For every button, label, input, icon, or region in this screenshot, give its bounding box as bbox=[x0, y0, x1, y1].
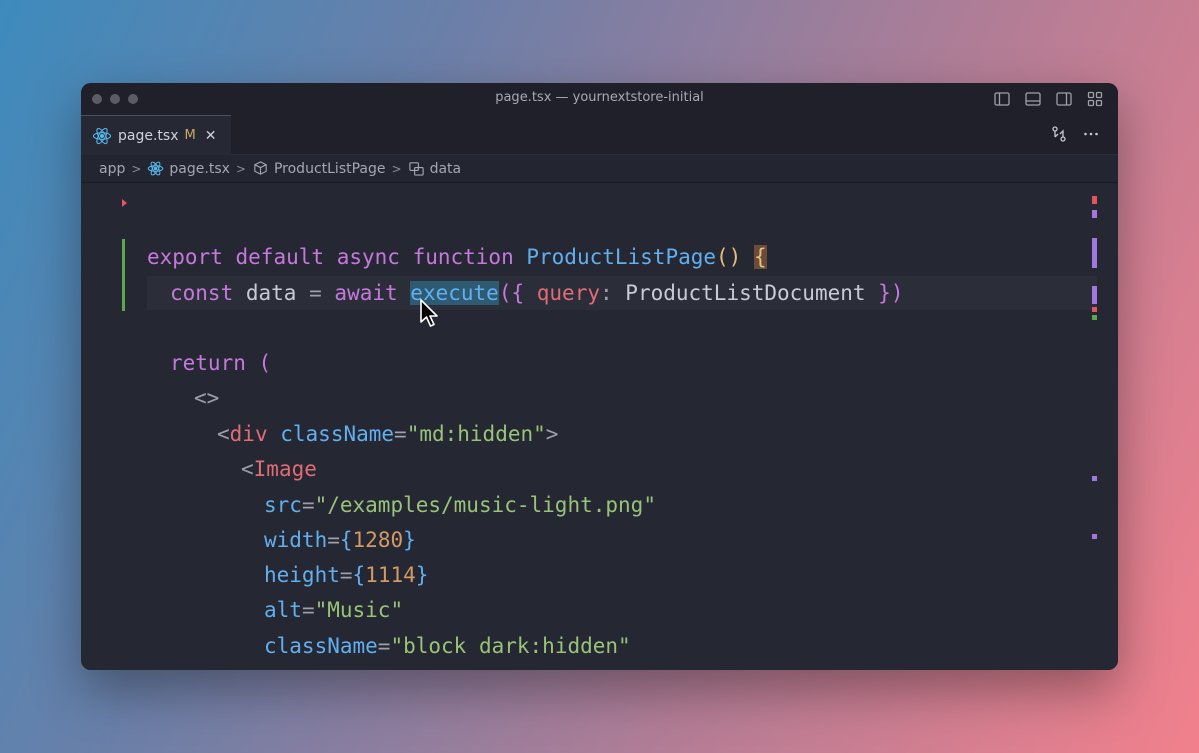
toggle-secondary-sidebar-icon[interactable] bbox=[1055, 90, 1073, 108]
overview-ruler[interactable] bbox=[1092, 184, 1108, 670]
breadcrumb-function[interactable]: ProductListPage bbox=[274, 161, 386, 177]
chevron-right-icon: > bbox=[131, 161, 142, 176]
toggle-panel-icon[interactable] bbox=[1024, 90, 1042, 108]
react-icon bbox=[148, 161, 164, 176]
code-line-3: return ( bbox=[170, 351, 272, 375]
component-icon bbox=[254, 161, 267, 175]
git-added-marker bbox=[122, 239, 125, 311]
toggle-primary-sidebar-icon[interactable] bbox=[993, 90, 1011, 108]
code-line-11: className="block dark:hidden" bbox=[264, 634, 631, 658]
close-icon[interactable]: ✕ bbox=[205, 128, 217, 144]
title-bar: page.tsx — yournextstore-initial bbox=[81, 83, 1118, 115]
more-icon[interactable] bbox=[1082, 125, 1100, 143]
breadcrumb-app[interactable]: app bbox=[99, 161, 125, 177]
window-title: page.tsx — yournextstore-initial bbox=[495, 90, 704, 105]
code-editor[interactable]: export default async function ProductLis… bbox=[81, 184, 1118, 670]
customize-layout-icon[interactable] bbox=[1086, 90, 1104, 108]
react-icon bbox=[92, 127, 112, 144]
code-line-5: <div className="md:hidden"> bbox=[217, 422, 559, 446]
breadcrumb: app > page.tsx > ProductListPage > data bbox=[81, 155, 1118, 183]
fold-arrow-icon[interactable] bbox=[122, 199, 127, 207]
code-line-1: export default async function ProductLis… bbox=[147, 245, 767, 269]
tab-page-tsx[interactable]: page.tsx M ✕ bbox=[81, 115, 231, 155]
code-line-4: <> bbox=[194, 386, 220, 410]
code-line-7: src="/examples/music-light.png" bbox=[264, 493, 656, 517]
code-line-8: width={1280} bbox=[264, 528, 416, 552]
tab-label: page.tsx bbox=[118, 127, 179, 144]
breadcrumb-variable[interactable]: data bbox=[430, 161, 462, 177]
code-line-10: alt="Music" bbox=[264, 598, 404, 622]
editor-window: page.tsx — yournextstore-initial page.ts… bbox=[81, 83, 1118, 670]
variable-icon bbox=[408, 162, 424, 176]
source-control-icon[interactable] bbox=[1050, 125, 1068, 143]
code-line-2: const data = await execute({ query: Prod… bbox=[170, 281, 904, 305]
mouse-cursor-icon bbox=[420, 299, 438, 327]
tab-bar: page.tsx M ✕ bbox=[81, 115, 1118, 155]
code-line-6: <Image bbox=[241, 457, 317, 481]
chevron-right-icon: > bbox=[235, 161, 246, 176]
layout-controls bbox=[993, 90, 1104, 108]
modified-indicator: M bbox=[184, 128, 196, 143]
breadcrumb-file[interactable]: page.tsx bbox=[169, 161, 229, 177]
editor-actions bbox=[1050, 125, 1100, 143]
chevron-right-icon: > bbox=[391, 161, 402, 176]
code-line-9: height={1114} bbox=[264, 563, 429, 587]
